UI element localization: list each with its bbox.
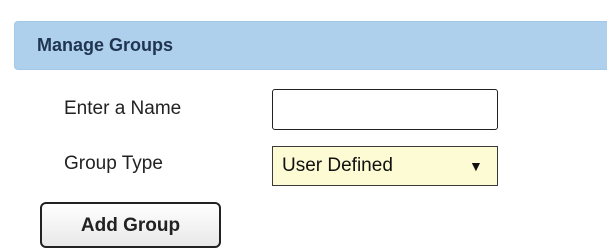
panel-header: Manage Groups [14,21,607,70]
triangle-down-icon: ▼ [469,158,483,174]
panel-title: Manage Groups [37,35,174,55]
add-group-button-label: Add Group [80,215,181,236]
group-type-selected-value: User Defined [282,155,393,176]
group-type-label: Group Type [64,153,163,174]
group-type-select[interactable]: User Defined ▼ [272,146,498,186]
name-input[interactable] [272,89,498,130]
add-group-button[interactable]: Add Group [40,202,221,248]
name-label: Enter a Name [64,98,182,119]
